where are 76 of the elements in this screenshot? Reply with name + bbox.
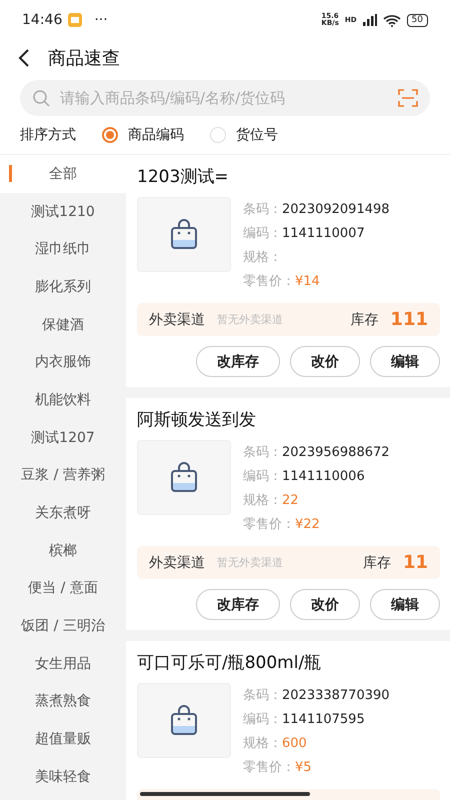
page-title: 商品速查 bbox=[48, 47, 120, 70]
clock: 14:46 bbox=[22, 12, 62, 28]
field-label: 零售价： bbox=[243, 273, 295, 290]
stock-label: 库存 bbox=[362, 554, 391, 572]
category-item[interactable]: 蒸煮熟食 bbox=[0, 682, 126, 720]
barcode: 2023338770390 bbox=[282, 688, 390, 702]
scan-icon[interactable] bbox=[398, 89, 418, 107]
field-label: 规格： bbox=[243, 492, 282, 509]
category-item[interactable]: 超值量贩 bbox=[0, 720, 126, 758]
action-button[interactable]: 编辑 bbox=[370, 346, 440, 377]
category-item[interactable]: 湿巾纸巾 bbox=[0, 230, 126, 268]
radio-button[interactable] bbox=[102, 127, 118, 143]
field-label: 编码： bbox=[243, 711, 282, 728]
channel-value: 暂无外卖渠道 bbox=[217, 312, 284, 327]
retail-price: ¥5 bbox=[295, 760, 312, 774]
action-button[interactable]: 改价 bbox=[290, 589, 360, 620]
shopping-bag-icon bbox=[168, 462, 200, 494]
field-label: 规格： bbox=[243, 249, 282, 266]
category-item[interactable]: 测试1210 bbox=[0, 192, 126, 230]
category-item[interactable]: 全部 bbox=[0, 155, 126, 193]
category-item[interactable]: 机能饮料 bbox=[0, 381, 126, 419]
back-icon[interactable] bbox=[18, 49, 30, 67]
category-item[interactable]: 槟榔 bbox=[0, 532, 126, 570]
category-item[interactable]: 关东煮呀 bbox=[0, 494, 126, 532]
category-item[interactable]: 测试1207 bbox=[0, 418, 126, 456]
product-code: 1141110006 bbox=[282, 468, 365, 484]
notification-icon bbox=[68, 13, 82, 27]
channel-value: 暂无外卖渠道 bbox=[217, 555, 284, 570]
field-label: 条码： bbox=[243, 444, 282, 461]
category-item[interactable]: 女生用品 bbox=[0, 644, 126, 683]
category-item[interactable]: 膨化系列 bbox=[0, 268, 126, 306]
field-label: 条码： bbox=[243, 687, 282, 704]
category-item[interactable]: 豆浆 / 营养粥 bbox=[0, 456, 126, 494]
wifi-icon bbox=[382, 14, 401, 26]
spec-value: 600 bbox=[282, 736, 307, 750]
barcode: 2023956988672 bbox=[282, 444, 390, 460]
category-item[interactable]: 便当 / 意面 bbox=[0, 570, 126, 608]
shopping-bag-icon bbox=[168, 704, 200, 736]
spec-value: 22 bbox=[282, 492, 299, 508]
field-label: 编码： bbox=[243, 225, 282, 242]
stock-count: 11 bbox=[402, 552, 428, 573]
search-icon bbox=[32, 89, 50, 107]
stock-count: 111 bbox=[390, 309, 428, 330]
action-button[interactable]: 编辑 bbox=[370, 589, 440, 620]
barcode: 2023092091498 bbox=[282, 202, 390, 216]
category-item[interactable]: 美味轻食 bbox=[0, 758, 126, 796]
sort-label: 排序方式 bbox=[20, 126, 76, 144]
signal-icon bbox=[362, 14, 377, 26]
shopping-bag-icon bbox=[168, 218, 200, 250]
field-label: 条码： bbox=[243, 201, 282, 218]
product-name: 1203测试= bbox=[137, 167, 229, 187]
more-indicator: ··· bbox=[94, 12, 108, 28]
action-button[interactable]: 改价 bbox=[290, 346, 360, 377]
search-input[interactable]: 请输入商品条码/编码/名称/货位码 bbox=[58, 88, 390, 108]
field-label: 规格： bbox=[243, 735, 282, 752]
category-item[interactable]: 饭团 / 三明治 bbox=[0, 607, 126, 645]
product-code: 1141110007 bbox=[282, 226, 365, 240]
field-label: 编码： bbox=[243, 468, 282, 485]
radio-label[interactable]: 商品编码 bbox=[128, 126, 184, 144]
product-code: 1141107595 bbox=[282, 712, 365, 726]
action-button[interactable]: 改库存 bbox=[196, 346, 280, 377]
channel-label: 外卖渠道 bbox=[149, 310, 205, 328]
product-name: 阿斯顿发送到发 bbox=[137, 410, 256, 430]
radio-label[interactable]: 货位号 bbox=[236, 126, 278, 144]
stock-label: 库存 bbox=[350, 310, 378, 328]
battery-indicator: 50 bbox=[406, 14, 428, 26]
category-item[interactable]: 保健酒 bbox=[0, 306, 126, 344]
field-label: 零售价： bbox=[243, 516, 295, 533]
channel-label: 外卖渠道 bbox=[149, 554, 205, 572]
search-field[interactable]: 请输入商品条码/编码/名称/货位码 bbox=[20, 80, 430, 116]
product-name: 可口可乐可/瓶800ml/瓶 bbox=[137, 653, 322, 673]
category-item[interactable]: 内衣服饰 bbox=[0, 343, 126, 382]
action-button[interactable]: 改库存 bbox=[196, 589, 280, 620]
field-label: 零售价： bbox=[243, 759, 295, 776]
retail-price: ¥22 bbox=[295, 516, 320, 532]
retail-price: ¥14 bbox=[295, 274, 320, 288]
